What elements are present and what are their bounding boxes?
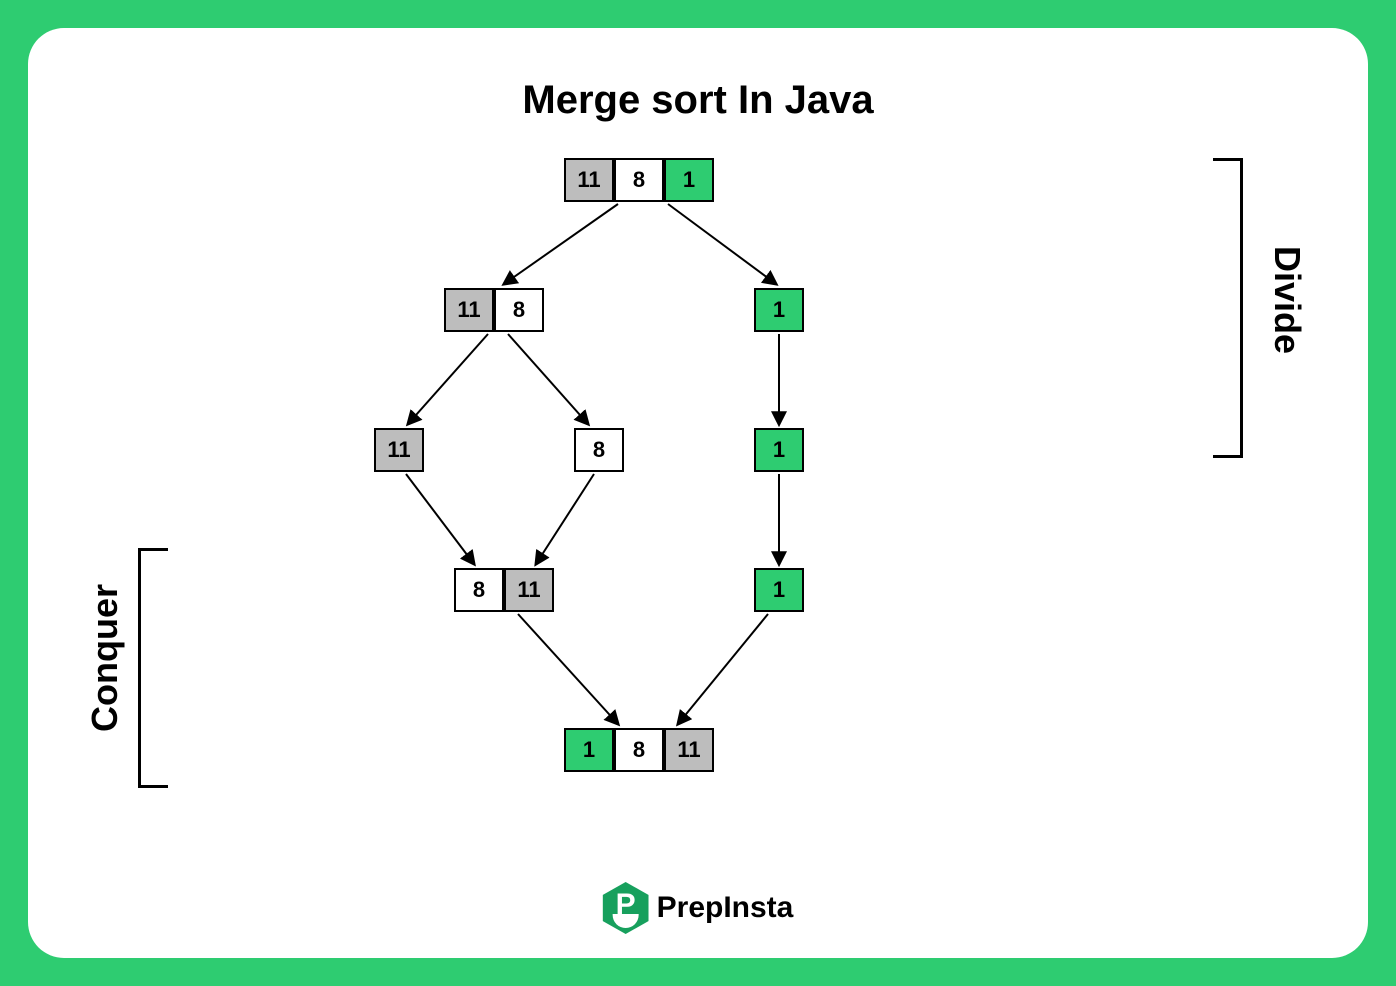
l1-left-cell-1: 8 — [494, 288, 544, 332]
conquer-bracket — [138, 548, 168, 788]
l1-right-cell-0: 1 — [754, 288, 804, 332]
l3-right-cell-0: 1 — [754, 568, 804, 612]
logo-hex-icon: P — [603, 882, 649, 934]
logo: P PrepInsta — [603, 882, 794, 934]
l2-right-cell-0: 1 — [754, 428, 804, 472]
divide-bracket — [1213, 158, 1243, 458]
l3-left-cell-1: 11 — [504, 568, 554, 612]
result-cell-0: 1 — [564, 728, 614, 772]
l2-lefta-cell-0: 11 — [374, 428, 424, 472]
root-cell-0: 11 — [564, 158, 614, 202]
l1-left-cell-0: 11 — [444, 288, 494, 332]
outer-frame: Merge sort In Java 11 8 1 11 8 1 11 8 1 … — [0, 0, 1396, 986]
l3-left-cell-0: 8 — [454, 568, 504, 612]
root-cell-2: 1 — [664, 158, 714, 202]
logo-bowl-icon — [613, 914, 639, 928]
l2-leftb-cell-0: 8 — [574, 428, 624, 472]
logo-text: PrepInsta — [657, 891, 794, 925]
page-title: Merge sort In Java — [522, 78, 873, 123]
result-cell-1: 8 — [614, 728, 664, 772]
root-cell-1: 8 — [614, 158, 664, 202]
conquer-label: Conquer — [84, 584, 126, 732]
result-cell-2: 11 — [664, 728, 714, 772]
divide-label: Divide — [1266, 246, 1308, 354]
card: Merge sort In Java 11 8 1 11 8 1 11 8 1 … — [28, 28, 1368, 958]
